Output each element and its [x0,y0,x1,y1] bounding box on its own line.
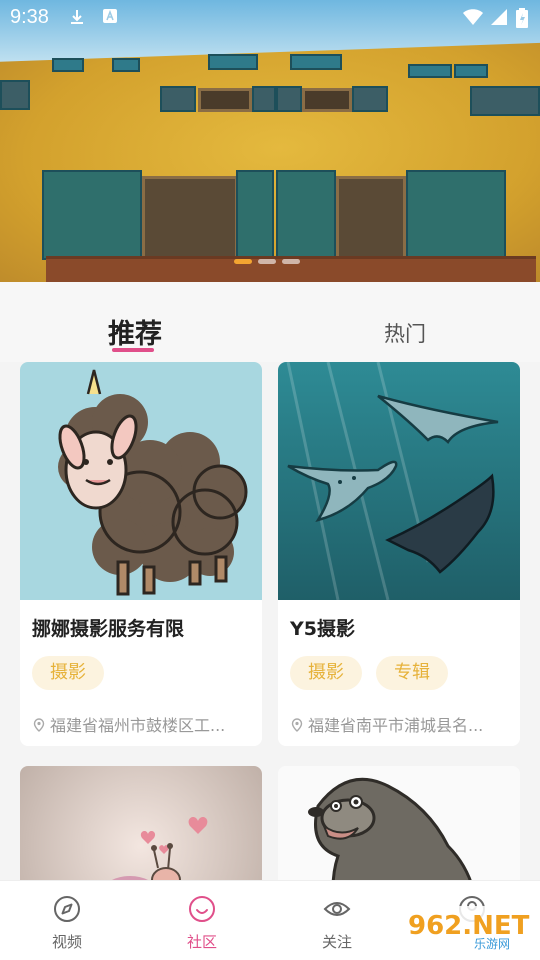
nav-item-follow[interactable]: 关注 [287,881,387,960]
compass-icon [54,896,80,922]
watermark-logo: 962.NET 乐游网 [404,906,532,951]
banner-shutter [470,86,540,116]
watermark-text: 962.NET [408,911,530,941]
manta-rays-illustration [286,362,499,601]
status-bar: 9:38 [0,0,540,36]
card-tag[interactable]: 摄影 [290,656,362,690]
card-location-text: 福建省福州市鼓楼区工... [50,716,226,735]
nav-label: 关注 [321,933,352,951]
card-image [278,362,520,601]
banner-shutter [252,86,276,112]
banner-shutter [52,58,84,72]
nav-item-video[interactable]: 视频 [17,881,117,960]
wifi-icon [462,8,484,30]
active-tab-indicator [112,348,154,352]
banner-dot[interactable] [282,259,300,264]
banner-shutter [408,64,452,78]
banner-shutter [454,64,488,78]
eye-icon [323,902,351,916]
location-pin-icon [33,718,45,732]
banner-shutter [208,54,258,70]
card-title: 挪娜摄影服务有限 [32,618,185,640]
app-notification-icon [102,8,118,28]
signal-icon [490,8,508,30]
studio-card[interactable]: 挪娜摄影服务有限 摄影 福建省福州市鼓楼区工... [20,362,262,746]
card-location: 福建省福州市鼓楼区工... [32,712,225,736]
banner-shutter [290,54,342,70]
banner-dot[interactable] [258,259,276,264]
banner-shutter [236,170,274,262]
card-title: Y5摄影 [290,618,355,640]
banner-carousel[interactable] [0,0,540,282]
battery-icon [516,8,528,32]
banner-shutter [276,170,336,262]
sheep-illustration [58,369,248,596]
banner-window [142,176,238,260]
banner-window [336,176,406,260]
site-watermark: 962.NET 乐游网 [404,894,536,954]
banner-shutter [42,170,142,260]
category-tabs: 推荐 热门 [0,282,540,362]
banner-dot[interactable] [234,259,252,264]
tab-popular[interactable]: 热门 [384,318,426,348]
banner-shutter [112,58,140,72]
studio-card[interactable]: Y5摄影 摄影 专辑 福建省南平市浦城县名... [278,362,520,746]
card-location-text: 福建省南平市浦城县名... [308,716,484,735]
banner-shutter [352,86,388,112]
banner-window [302,88,352,112]
banner-shutter [406,170,506,260]
location-pin-icon [291,718,303,732]
banner-pagination [234,259,300,264]
tab-recommended[interactable]: 推荐 [108,312,162,351]
banner-shutter [160,86,196,112]
card-tag[interactable]: 摄影 [32,656,104,690]
banner-shutter [0,80,30,110]
nav-item-community[interactable]: 社区 [152,881,252,960]
status-time: 9:38 [10,6,49,28]
nav-label: 视频 [51,933,82,951]
nav-label: 社区 [186,933,217,951]
watermark-subtext: 乐游网 [474,937,510,951]
card-image [20,362,262,600]
download-icon [68,8,86,30]
banner-shutter [276,86,302,112]
card-location: 福建省南平市浦城县名... [290,712,483,736]
app-screen: 9:38 推荐 热门 挪娜摄影服务有限 摄影 福建省福州市鼓楼区工... Y5摄… [0,0,540,960]
banner-window [198,88,252,112]
smile-icon [189,896,215,922]
card-tag[interactable]: 专辑 [376,656,448,690]
